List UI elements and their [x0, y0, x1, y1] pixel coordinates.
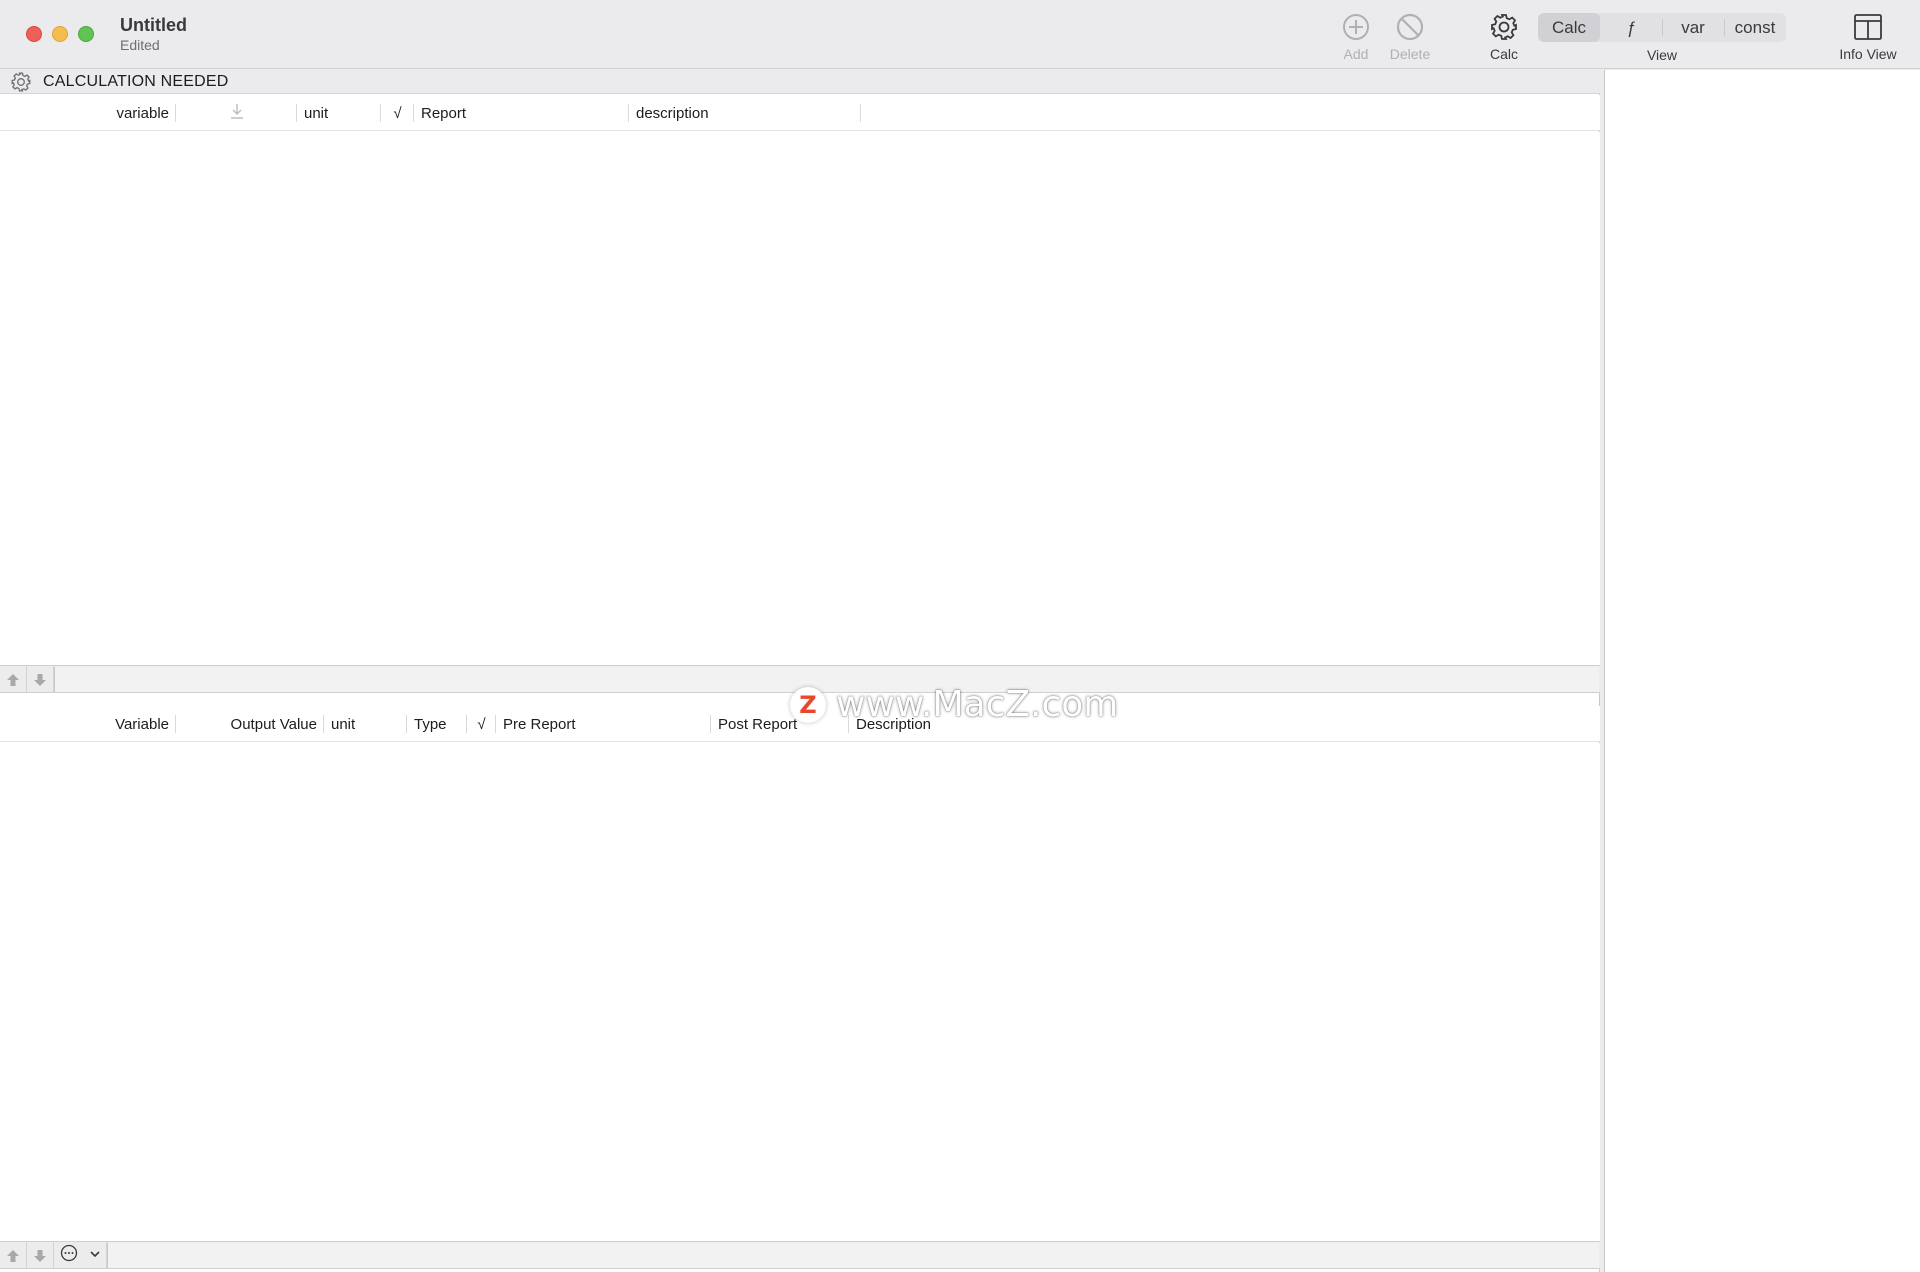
minimize-window-button[interactable] [52, 26, 68, 42]
output-table-body[interactable] [0, 743, 1600, 1241]
calc-button[interactable]: Calc [1484, 10, 1524, 62]
move-up-button[interactable] [0, 666, 27, 693]
output-formula-field[interactable] [107, 1243, 1599, 1268]
column-header-variable[interactable]: Variable [0, 706, 176, 742]
column-header-check[interactable]: √ [381, 95, 414, 131]
ellipsis-circle-icon [60, 1244, 78, 1267]
view-segment-var[interactable]: var [1662, 13, 1724, 42]
view-segment-const[interactable]: const [1724, 13, 1786, 42]
move-up-button[interactable] [0, 1242, 27, 1269]
calculation-status-text: CALCULATION NEEDED [43, 73, 229, 90]
document-status: Edited [120, 37, 160, 53]
chevron-down-icon [89, 1247, 101, 1265]
column-header-type[interactable]: Type [407, 706, 467, 742]
view-segmented-control: Calc ƒ var const [1538, 13, 1786, 42]
column-header-report[interactable]: Report [414, 95, 629, 131]
input-table-header: variable unit √ Report description [0, 95, 1600, 131]
column-header-description[interactable]: description [629, 95, 861, 131]
column-header-unit[interactable]: unit [324, 706, 407, 742]
column-header-unit[interactable]: unit [297, 95, 381, 131]
calc-label: Calc [1489, 46, 1518, 62]
column-header-variable[interactable]: variable [0, 95, 176, 131]
view-label: View [1646, 47, 1678, 63]
delete-label: Delete [1389, 46, 1431, 62]
info-view-label: Info View [1839, 46, 1897, 62]
watermark: Z www.MacZ.com [790, 684, 1118, 725]
calculation-status-bar: CALCULATION NEEDED [0, 70, 1600, 94]
close-window-button[interactable] [26, 26, 42, 42]
info-view-panel [1604, 70, 1920, 1272]
zoom-window-button[interactable] [78, 26, 94, 42]
add-label: Add [1343, 46, 1369, 62]
column-header-check[interactable]: √ [467, 706, 496, 742]
move-down-button[interactable] [27, 1242, 54, 1269]
more-actions-menu-button[interactable] [54, 1242, 107, 1269]
delete-button[interactable]: Delete [1384, 10, 1436, 62]
gear-icon [1487, 10, 1521, 44]
document-title: Untitled [120, 15, 187, 35]
window-toolbar: Untitled Edited Add Delete Calc Calc ƒ v… [0, 0, 1920, 69]
add-button[interactable]: Add [1336, 10, 1376, 62]
column-header-input-value[interactable] [176, 95, 297, 131]
column-header-output-value[interactable]: Output Value [176, 706, 324, 742]
main-content: CALCULATION NEEDED variable unit √ Repor… [0, 70, 1600, 1272]
info-view-button[interactable]: Info View [1832, 10, 1904, 62]
download-arrow-icon [229, 102, 245, 124]
watermark-logo: Z [790, 686, 826, 723]
input-table-body[interactable] [0, 132, 1600, 665]
view-segment-calc[interactable]: Calc [1538, 13, 1600, 42]
sidebar-right-icon [1851, 10, 1885, 44]
watermark-text: www.MacZ.com [836, 684, 1119, 725]
move-down-button[interactable] [27, 666, 54, 693]
column-header-pre-report[interactable]: Pre Report [496, 706, 711, 742]
view-segment-function[interactable]: ƒ [1600, 13, 1662, 42]
output-table-footer [0, 1241, 1600, 1269]
prohibit-icon [1393, 10, 1427, 44]
plus-circle-icon [1339, 10, 1373, 44]
gear-icon[interactable] [10, 71, 32, 93]
